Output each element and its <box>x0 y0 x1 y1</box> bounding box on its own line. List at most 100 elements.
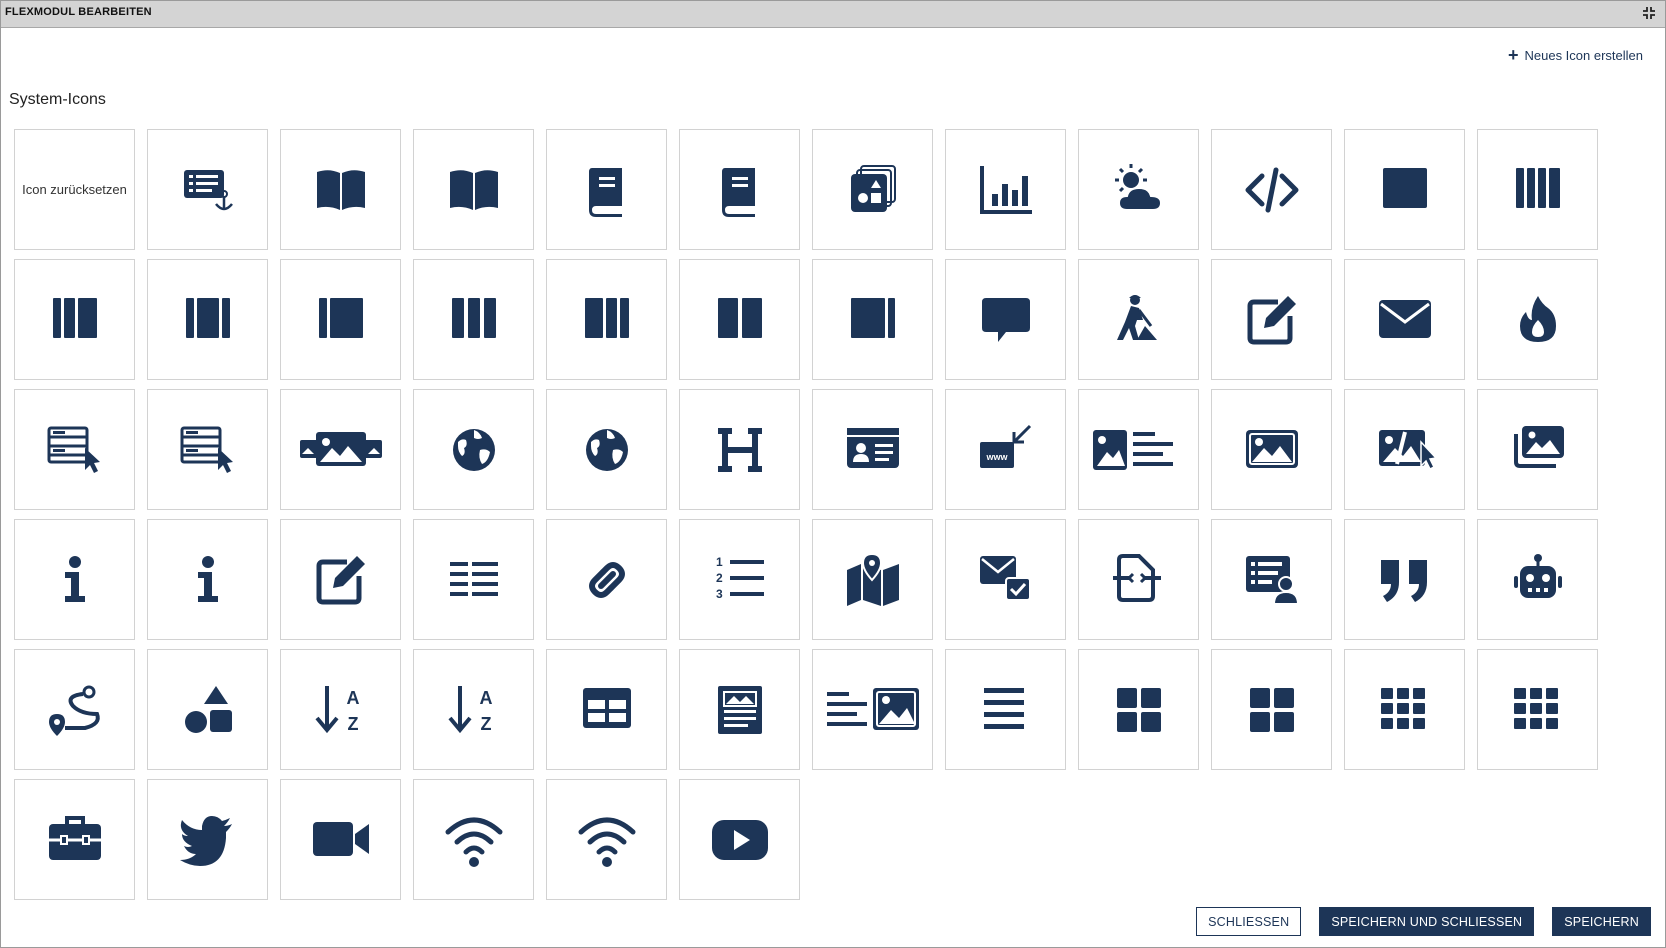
icon-tile-chart-bar[interactable] <box>945 129 1066 250</box>
icon-tile-sort-alpha-down[interactable]: AZ <box>280 649 401 770</box>
svg-text:3: 3 <box>716 587 723 601</box>
icon-tile-heading[interactable] <box>679 389 800 510</box>
icon-tile-edit-square[interactable] <box>1211 259 1332 380</box>
icon-tile-envelope-check[interactable] <box>945 519 1066 640</box>
reset-icon-label: Icon zurücksetzen <box>22 182 127 197</box>
icon-tile-grid-3x3[interactable] <box>1477 649 1598 770</box>
icon-tile-sidebar-right[interactable] <box>812 259 933 380</box>
image-text-icon <box>1092 429 1173 470</box>
icon-tile-form-cursor[interactable] <box>14 389 135 510</box>
svg-text:A: A <box>479 688 492 708</box>
dialog-footer: SCHLIESSEN SPEICHERN UND SCHLIESSEN SPEI… <box>1196 907 1651 936</box>
grid-3x3-icon <box>1513 687 1558 729</box>
newspaper-icon <box>717 685 762 734</box>
icon-tile-shapes[interactable] <box>147 649 268 770</box>
info-icon <box>64 555 85 602</box>
icon-tile-book[interactable] <box>546 129 667 250</box>
list-icon <box>449 561 498 596</box>
toolbox-icon <box>48 815 101 860</box>
icon-tile-link[interactable] <box>546 519 667 640</box>
form-cursor-icon <box>180 426 233 473</box>
icon-tile-list-anchor[interactable] <box>147 129 268 250</box>
icon-tile-table[interactable] <box>546 649 667 770</box>
icon-tile-code[interactable] <box>1211 129 1332 250</box>
shapes-icon <box>184 685 232 733</box>
icon-tile-fire[interactable] <box>1477 259 1598 380</box>
sort-alpha-down-icon: AZ <box>314 685 359 734</box>
icon-tile-globe[interactable] <box>413 389 534 510</box>
www-import-icon: www <box>979 424 1031 468</box>
icon-tile-wifi[interactable] <box>546 779 667 900</box>
weather-sun-cloud-icon <box>1114 163 1162 211</box>
icon-tile-www-import[interactable]: www <box>945 389 1066 510</box>
close-button[interactable]: SCHLIESSEN <box>1196 907 1302 936</box>
icon-tile-layers-shapes[interactable] <box>812 129 933 250</box>
icon-tile-images[interactable] <box>1477 389 1598 510</box>
book-open-icon <box>449 169 498 210</box>
columns-2-1-icon <box>584 297 629 338</box>
icon-tile-grid-2x2[interactable] <box>1078 649 1199 770</box>
new-icon-button[interactable]: + Neues Icon erstellen <box>1508 46 1643 64</box>
icon-tile-arrows-h-code[interactable] <box>1078 519 1199 640</box>
dialog-titlebar: FLEXMODUL BEARBEITEN <box>1 1 1665 28</box>
icon-tile-comment[interactable] <box>945 259 1066 380</box>
icon-tile-image-carousel[interactable] <box>280 389 401 510</box>
icon-tile-edit-square[interactable] <box>280 519 401 640</box>
link-icon <box>588 561 625 598</box>
icon-tile-image[interactable] <box>1211 389 1332 510</box>
icon-tile-twitter[interactable] <box>147 779 268 900</box>
icon-tile-align-justify[interactable] <box>945 649 1066 770</box>
icon-tile-video[interactable] <box>280 779 401 900</box>
columns-3-icon <box>52 297 97 338</box>
icon-tile-columns-3-equal[interactable] <box>413 259 534 380</box>
icon-tile-list[interactable] <box>413 519 534 640</box>
icon-tile-grid-2x2[interactable] <box>1211 649 1332 770</box>
icon-tile-weather-sun-cloud[interactable] <box>1078 129 1199 250</box>
icon-tile-list-ordered[interactable]: 1 2 3 <box>679 519 800 640</box>
icon-tile-id-card[interactable] <box>812 389 933 510</box>
table-icon <box>582 687 631 728</box>
section-title: System-Icons <box>9 91 106 108</box>
construction-worker-icon <box>1116 294 1157 340</box>
icon-tile-map-marker[interactable] <box>812 519 933 640</box>
id-card-icon <box>846 427 899 468</box>
collapse-icon[interactable] <box>1641 5 1657 21</box>
square-icon <box>1382 167 1427 208</box>
icon-tile-reset[interactable]: Icon zurücksetzen <box>14 129 135 250</box>
icon-tile-columns-3[interactable] <box>14 259 135 380</box>
icon-tile-info[interactable] <box>14 519 135 640</box>
icon-tile-book-open[interactable] <box>280 129 401 250</box>
icon-tile-newspaper[interactable] <box>679 649 800 770</box>
icon-tile-toolbox[interactable] <box>14 779 135 900</box>
icon-tile-columns-4[interactable] <box>1477 129 1598 250</box>
icon-tile-youtube[interactable] <box>679 779 800 900</box>
columns-3-alt-icon <box>185 297 230 338</box>
icon-tile-quote[interactable] <box>1344 519 1465 640</box>
save-button[interactable]: SPEICHERN <box>1552 907 1651 936</box>
icon-tile-route[interactable] <box>14 649 135 770</box>
icon-tile-globe[interactable] <box>546 389 667 510</box>
svg-text:www: www <box>985 452 1008 462</box>
icon-tile-envelope[interactable] <box>1344 259 1465 380</box>
icon-tile-sidebar-left[interactable] <box>280 259 401 380</box>
icon-tile-robot[interactable] <box>1477 519 1598 640</box>
icon-tile-form-cursor[interactable] <box>147 389 268 510</box>
icon-tile-columns-2[interactable] <box>679 259 800 380</box>
map-marker-icon <box>846 552 899 606</box>
icon-tile-info[interactable] <box>147 519 268 640</box>
icon-tile-text-image[interactable] <box>812 649 933 770</box>
icon-tile-image-text[interactable] <box>1078 389 1199 510</box>
save-and-close-button[interactable]: SPEICHERN UND SCHLIESSEN <box>1319 907 1535 936</box>
icon-tile-square[interactable] <box>1344 129 1465 250</box>
icon-tile-book[interactable] <box>679 129 800 250</box>
icon-tile-columns-3-alt[interactable] <box>147 259 268 380</box>
icon-tile-grid-3x3[interactable] <box>1344 649 1465 770</box>
youtube-icon <box>711 819 768 860</box>
icon-tile-sort-alpha-down[interactable]: AZ <box>413 649 534 770</box>
icon-tile-list-user[interactable] <box>1211 519 1332 640</box>
icon-tile-book-open[interactable] <box>413 129 534 250</box>
icon-tile-image-edit-cursor[interactable] <box>1344 389 1465 510</box>
icon-tile-wifi[interactable] <box>413 779 534 900</box>
icon-tile-construction-worker[interactable] <box>1078 259 1199 380</box>
icon-tile-columns-2-1[interactable] <box>546 259 667 380</box>
